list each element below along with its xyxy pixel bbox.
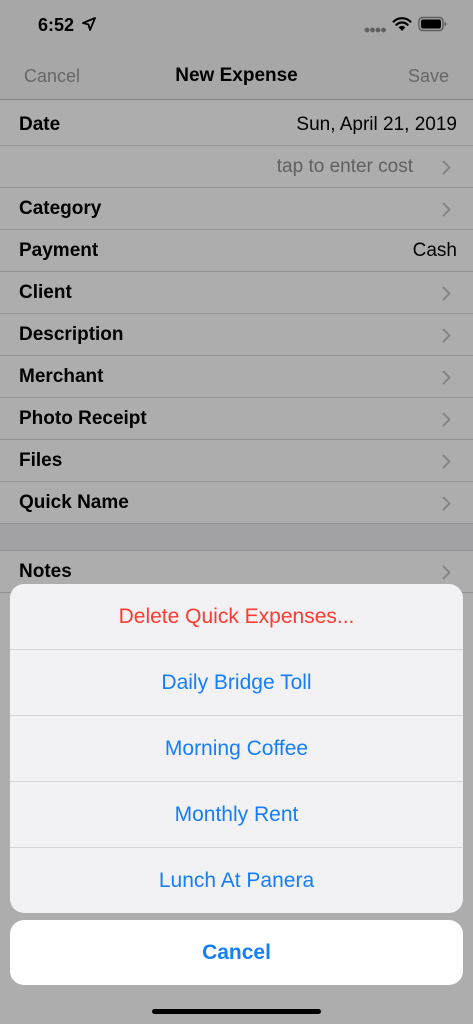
- action-sheet-cancel-group: Cancel: [10, 920, 463, 985]
- action-sheet-cancel-button[interactable]: Cancel: [10, 920, 463, 985]
- quick-expense-monthly-rent[interactable]: Monthly Rent: [10, 782, 463, 848]
- quick-expense-daily-bridge-toll[interactable]: Daily Bridge Toll: [10, 650, 463, 716]
- quick-expense-lunch-at-panera[interactable]: Lunch At Panera: [10, 848, 463, 913]
- action-sheet: Delete Quick Expenses... Daily Bridge To…: [10, 584, 463, 913]
- delete-quick-expenses-button[interactable]: Delete Quick Expenses...: [10, 584, 463, 650]
- quick-expense-morning-coffee[interactable]: Morning Coffee: [10, 716, 463, 782]
- home-indicator[interactable]: [152, 1009, 321, 1014]
